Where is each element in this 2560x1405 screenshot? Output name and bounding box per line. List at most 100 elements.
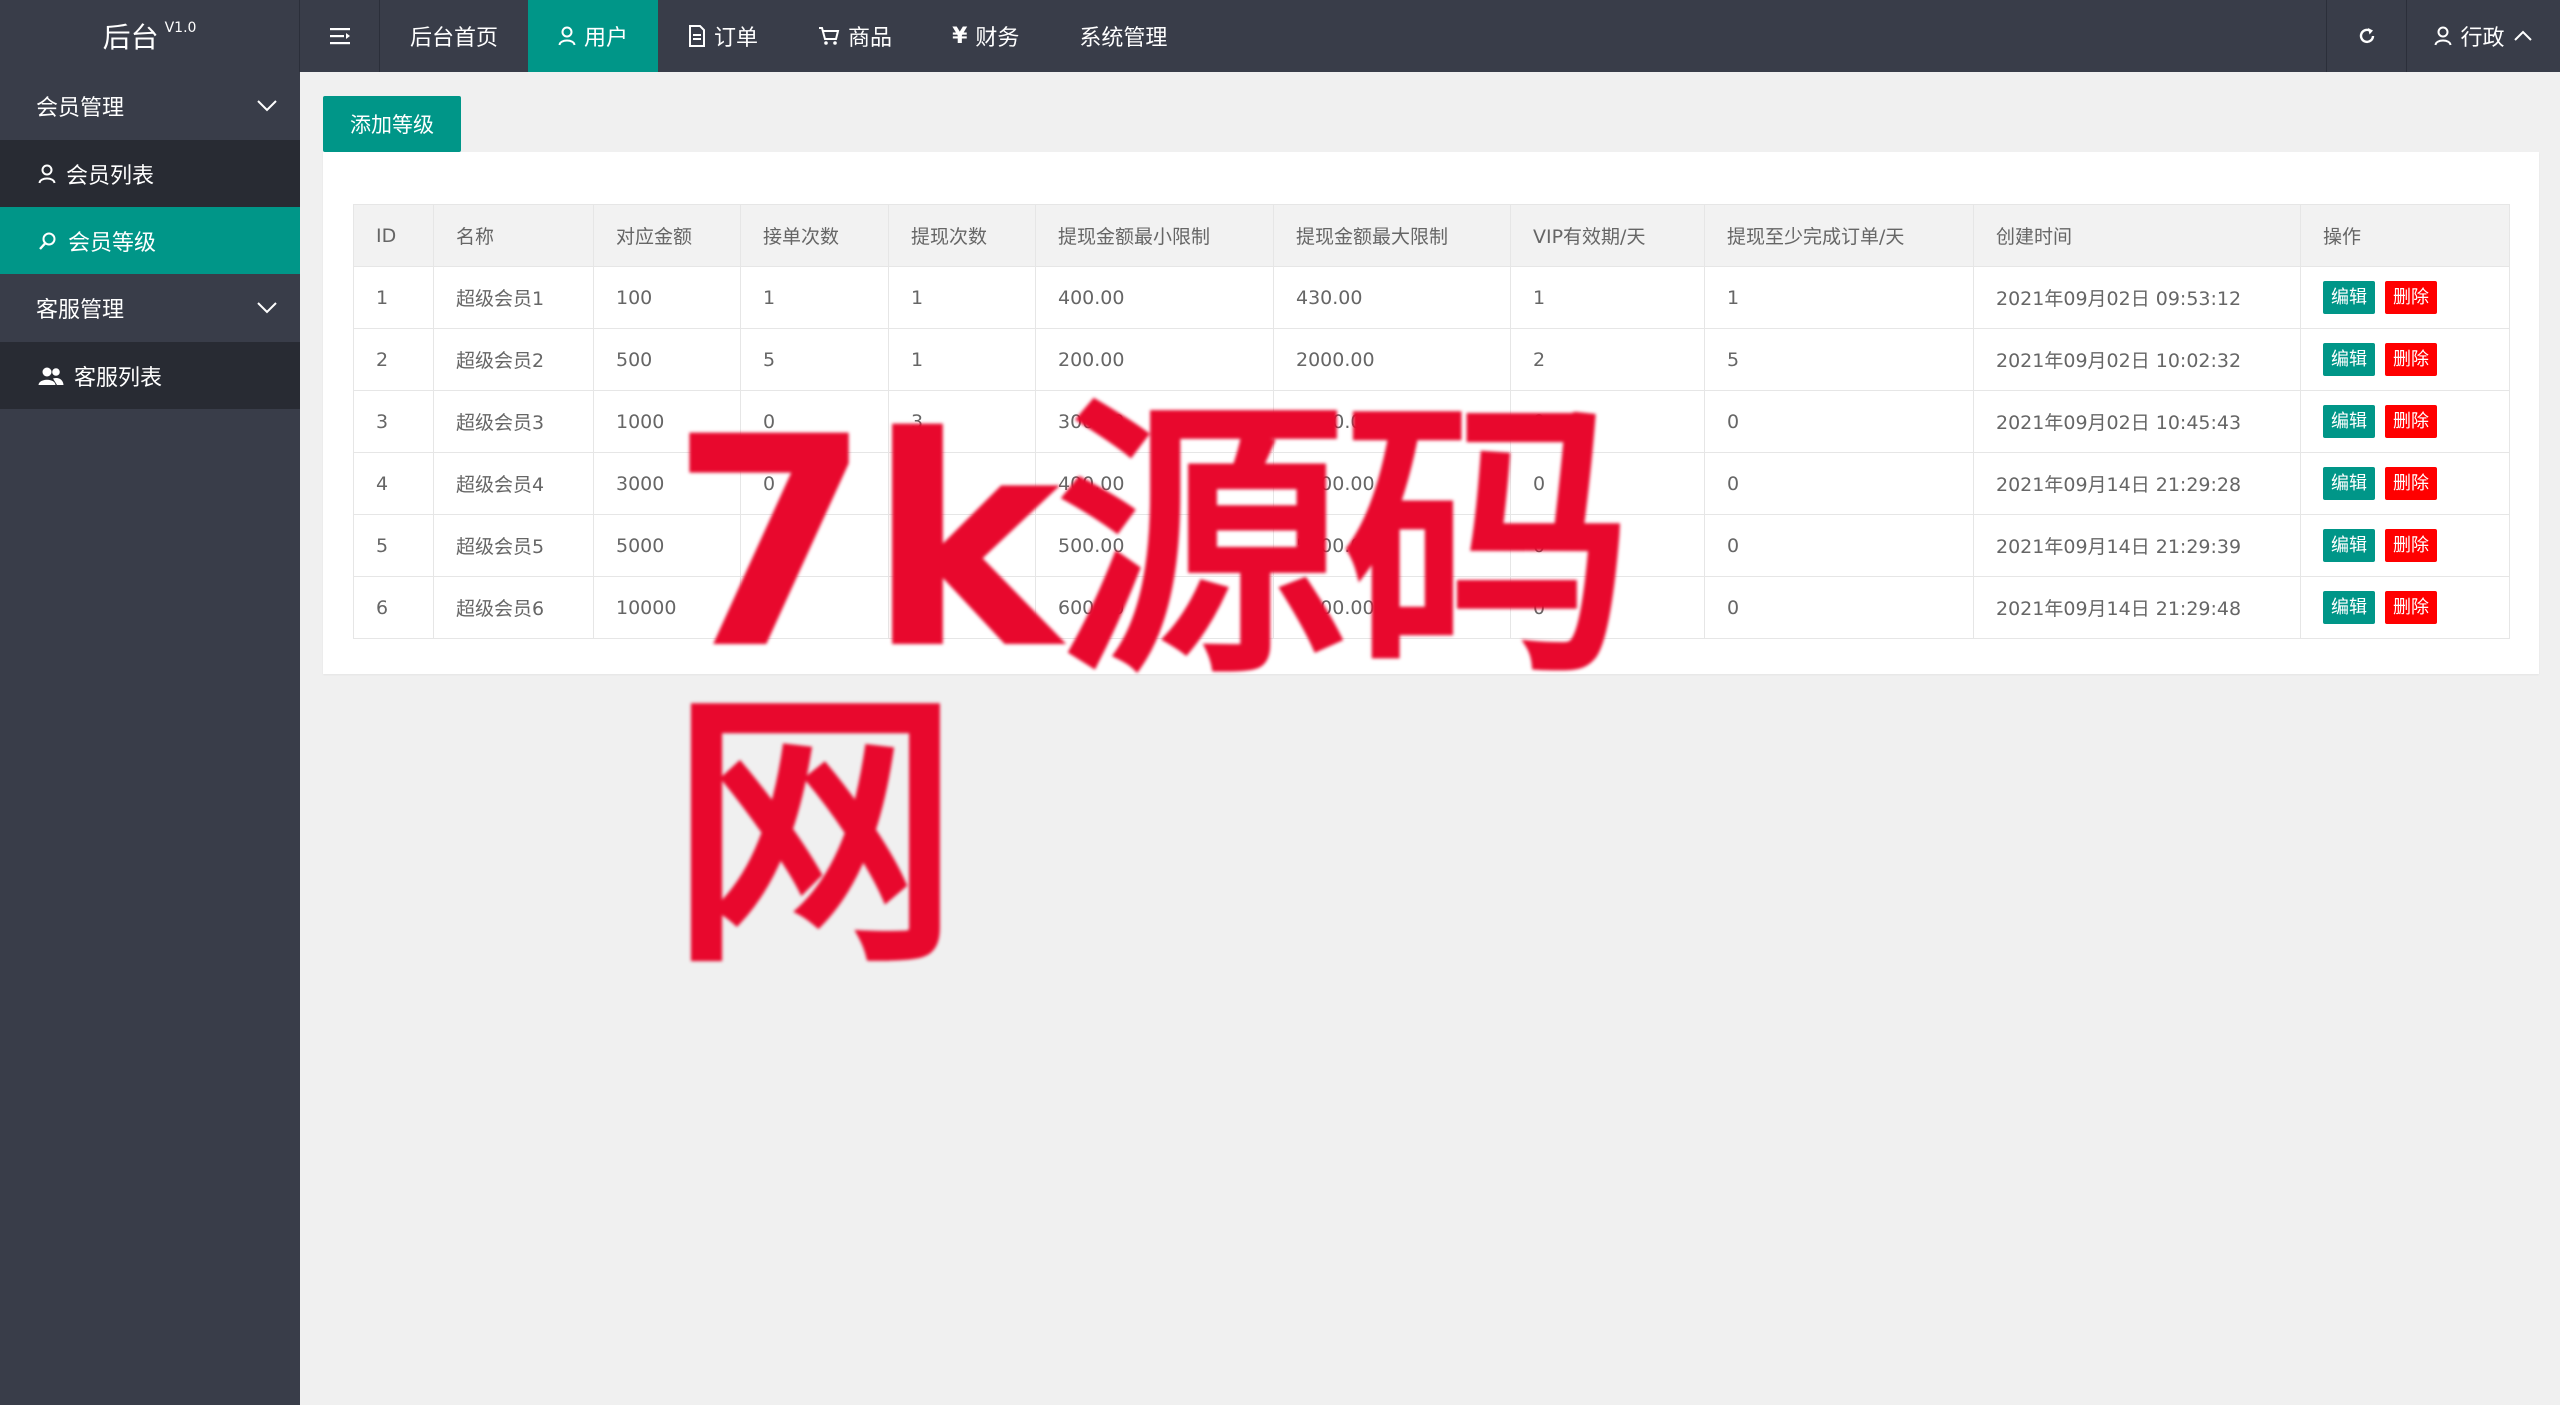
nav-item-users[interactable]: 用户 [528, 0, 659, 72]
table-cell: 0 [1704, 390, 1974, 453]
table-cell: 3000 [593, 452, 741, 515]
column-header: 接单次数 [740, 204, 889, 267]
table-cell-actions: 编辑 删除 [2300, 452, 2510, 515]
table-cell: 0 [1510, 514, 1705, 577]
table-row: 6 超级会员6 10000 0 6 600.00 6000.00 0 0 2021年09月14日 … [353, 576, 2510, 639]
column-header: 名称 [433, 204, 594, 267]
table-cell: 2 [1510, 328, 1705, 391]
top-nav: 后台首页 用户 订单 商品 ¥ 财务 系统管理 [300, 0, 2326, 72]
user-menu[interactable]: 行政 [2406, 0, 2560, 72]
table-cell: 6 [353, 576, 434, 639]
nav-item-orders[interactable]: 订单 [658, 0, 788, 72]
table-cell: 3 [353, 390, 434, 453]
document-icon [689, 25, 706, 47]
table-cell: 100 [593, 266, 741, 329]
main-content: 添加等级 ID 名称 对应金额 接单次数 提现次数 提现金额最小限制 提现金额最… [300, 72, 2560, 1405]
table-cell: 0 [1510, 452, 1705, 515]
user-name: 行政 [2460, 26, 2505, 51]
nav-item-finance[interactable]: ¥ 财务 [922, 0, 1049, 72]
table-cell: 1 [888, 266, 1036, 329]
table-cell: 0 [1704, 514, 1974, 577]
table-cell: 超级会员3 [433, 390, 594, 453]
table-cell: 2021年09月14日 21:29:39 [1973, 514, 2301, 577]
table-cell: 500.00 [1035, 514, 1274, 577]
delete-button[interactable]: 删除 [2385, 591, 2437, 624]
table-cell: 1 [353, 266, 434, 329]
table-cell: 超级会员5 [433, 514, 594, 577]
table-cell: 200.00 [1035, 328, 1274, 391]
table-cell: 430.00 [1273, 266, 1511, 329]
table-cell-actions: 编辑 删除 [2300, 328, 2510, 391]
table-cell: 600.00 [1035, 576, 1274, 639]
edit-button[interactable]: 编辑 [2323, 281, 2375, 314]
sidebar-item-member-levels[interactable]: 会员等级 [0, 207, 300, 274]
table-row: 3 超级会员3 1000 0 3 300.00 3000.00 0 0 2021年09月02日 1… [353, 390, 2510, 453]
nav-item-home[interactable]: 后台首页 [380, 0, 528, 72]
table-cell: 0 [740, 514, 889, 577]
table-cell: 2021年09月14日 21:29:48 [1973, 576, 2301, 639]
table-cell: 400.00 [1035, 266, 1274, 329]
edit-button[interactable]: 编辑 [2323, 405, 2375, 438]
sidebar-item-label: 会员等级 [68, 230, 157, 256]
delete-button[interactable]: 删除 [2385, 529, 2437, 562]
column-header: 创建时间 [1973, 204, 2301, 267]
sidebar-group-label: 客服管理 [36, 298, 125, 323]
edit-button[interactable]: 编辑 [2323, 529, 2375, 562]
table-cell: 300.00 [1035, 390, 1274, 453]
add-level-button[interactable]: 添加等级 [323, 96, 461, 152]
edit-button[interactable]: 编辑 [2323, 343, 2375, 376]
nav-label: 订单 [714, 26, 759, 51]
search-user-icon [39, 232, 56, 250]
table-cell: 2000.00 [1273, 328, 1511, 391]
delete-button[interactable]: 删除 [2385, 467, 2437, 500]
edit-button[interactable]: 编辑 [2323, 467, 2375, 500]
table-cell: 1 [1704, 266, 1974, 329]
table-cell: 400.00 [1035, 452, 1274, 515]
table-cell: 1 [740, 266, 889, 329]
table-cell: 2021年09月02日 10:45:43 [1973, 390, 2301, 453]
table-cell: 3 [888, 390, 1036, 453]
table-cell: 500 [593, 328, 741, 391]
nav-label: 用户 [584, 26, 629, 51]
users-icon [38, 367, 64, 385]
delete-button[interactable]: 删除 [2385, 405, 2437, 438]
sidebar-group-support[interactable]: 客服管理 [0, 274, 300, 342]
table-cell: 4 [888, 452, 1036, 515]
table-row: 4 超级会员4 3000 0 4 400.00 4000.00 0 0 2021年09月14日 2… [353, 452, 2510, 515]
nav-label: 财务 [975, 26, 1020, 51]
table-card: ID 名称 对应金额 接单次数 提现次数 提现金额最小限制 提现金额最大限制 V… [323, 152, 2539, 674]
table-cell: 1 [888, 328, 1036, 391]
table-cell-actions: 编辑 删除 [2300, 514, 2510, 577]
edit-button[interactable]: 编辑 [2323, 591, 2375, 624]
table-row: 2 超级会员2 500 5 1 200.00 2000.00 2 5 2021年09月02日 10… [353, 328, 2510, 391]
table-cell: 4000.00 [1273, 452, 1511, 515]
cart-icon [819, 27, 840, 45]
table-row: 1 超级会员1 100 1 1 400.00 430.00 1 1 2021年09月02日 09:… [353, 266, 2510, 329]
table-cell: 超级会员6 [433, 576, 594, 639]
sidebar-group-label: 会员管理 [36, 96, 125, 121]
table-cell: 0 [1510, 390, 1705, 453]
table-cell: 0 [740, 390, 889, 453]
sidebar-item-support-list[interactable]: 客服列表 [0, 342, 300, 409]
table-row: 5 超级会员5 5000 0 5 500.00 5000.00 0 0 2021年09月14日 2… [353, 514, 2510, 577]
table-header-row: ID 名称 对应金额 接单次数 提现次数 提现金额最小限制 提现金额最大限制 V… [353, 204, 2510, 267]
sidebar-item-member-list[interactable]: 会员列表 [0, 140, 300, 207]
nav-label: 商品 [848, 26, 893, 51]
top-header: 后台 V1.0 后台首页 用户 订单 商品 ¥ 财务 系统管理 行政 [0, 0, 2560, 72]
table-cell: 2021年09月02日 10:02:32 [1973, 328, 2301, 391]
sidebar-group-members[interactable]: 会员管理 [0, 72, 300, 140]
column-header: 提现至少完成订单/天 [1704, 204, 1974, 267]
table-cell: 2 [353, 328, 434, 391]
nav-item-products[interactable]: 商品 [788, 0, 922, 72]
sidebar-item-label: 会员列表 [66, 163, 155, 189]
table-cell: 4 [353, 452, 434, 515]
column-header: 提现金额最小限制 [1035, 204, 1274, 267]
nav-item-system[interactable]: 系统管理 [1049, 0, 1197, 72]
sidebar-toggle-button[interactable] [300, 0, 380, 72]
nav-label: 系统管理 [1079, 26, 1168, 51]
chevron-down-icon [257, 100, 277, 112]
refresh-button[interactable] [2326, 0, 2406, 72]
delete-button[interactable]: 删除 [2385, 343, 2437, 376]
delete-button[interactable]: 删除 [2385, 281, 2437, 314]
member-level-table: ID 名称 对应金额 接单次数 提现次数 提现金额最小限制 提现金额最大限制 V… [353, 204, 2510, 639]
